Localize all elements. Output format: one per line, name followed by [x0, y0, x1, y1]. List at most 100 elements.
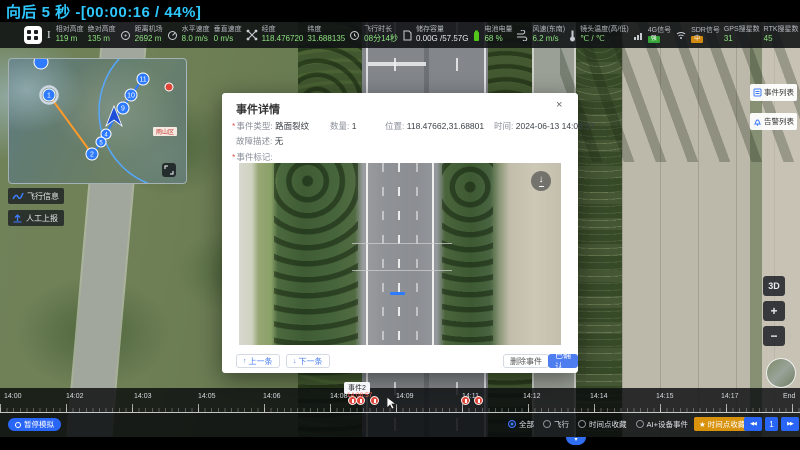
timeline-tick-label: 14:00: [4, 393, 22, 400]
map-toggle-thumbnail[interactable]: [766, 358, 796, 388]
crack-annotation: [390, 292, 405, 295]
event-pin[interactable]: [474, 396, 483, 405]
double-left-arrow-icon: ◀◀: [750, 421, 756, 427]
pagination-prev-button[interactable]: ◀◀: [744, 417, 762, 431]
target-icon: [120, 30, 131, 41]
field-label: 时间:: [494, 121, 513, 131]
metric-4g-signal: 4G信号强: [648, 27, 671, 43]
event-tooltip-time: 14:08:57: [347, 392, 372, 399]
field-value: 1: [352, 121, 357, 131]
close-icon[interactable]: ×: [556, 99, 562, 111]
metric-value: 2692 m: [135, 34, 163, 44]
alarm-list-button[interactable]: 告警列表: [750, 113, 797, 130]
pagination-current-page[interactable]: 1: [765, 417, 778, 431]
photo-trees-left: [274, 163, 358, 345]
metric-value: 118.476720: [262, 34, 304, 44]
event-list-label: 事件列表: [764, 87, 794, 98]
metric-label: 水平速度: [182, 26, 210, 35]
delete-event-button[interactable]: 删除事件: [503, 354, 549, 368]
field-event-type: *事件类型: 路面裂纹: [232, 120, 309, 132]
metric-storage: 储存容量0.00G /57.57G: [416, 26, 468, 45]
playback-controls-bar: 暂停模拟 全部 飞行 时间点收藏 AI+设备事件 人工上报事件 ★ 时间点收藏 …: [0, 413, 800, 437]
filter-ai-device-events[interactable]: AI+设备事件: [636, 419, 688, 430]
chevron-down-icon: ▾: [574, 437, 577, 443]
view-3d-button[interactable]: 3D: [763, 276, 785, 296]
timeline-tick-label: 14:05: [198, 393, 216, 400]
down-arrow-icon: ↓: [293, 358, 297, 365]
minimap[interactable]: 1 2 4 5 9 10 11 雨山区: [8, 58, 187, 184]
metric-label: 纬度: [307, 26, 345, 35]
metric-battery: 电池电量68 %: [484, 26, 512, 45]
metric-rtk-satellites: RTK搜星数45: [764, 26, 799, 45]
event-photo[interactable]: ↓: [239, 163, 561, 345]
plus-icon: +: [770, 304, 777, 318]
filter-label: 全部: [519, 419, 534, 430]
waypoint-9[interactable]: 9: [121, 106, 125, 113]
metric-label: 距离机场: [135, 26, 163, 35]
delete-event-label: 删除事件: [510, 356, 542, 367]
metric-value: 0.00G /57.57G: [416, 34, 468, 44]
flight-info-button[interactable]: 飞行信息: [8, 188, 64, 204]
previous-item-label: 上一条: [249, 356, 273, 367]
timeline-tick-label: End: [783, 393, 795, 400]
filter-time-favorites[interactable]: 时间点收藏: [578, 419, 627, 430]
expand-view-button[interactable]: [24, 26, 42, 44]
app-root: 向后 5 秒 -[00:00:16 / 44%] I 相对高度119 m 绝对高…: [0, 0, 800, 450]
metric-value: 68 %: [484, 34, 512, 44]
signal-strength-badge: 中: [691, 36, 703, 44]
double-right-arrow-icon: ▶▶: [787, 421, 793, 427]
event-list-button[interactable]: 事件列表: [750, 84, 797, 101]
filter-all[interactable]: 全部: [508, 419, 534, 430]
metric-label: 经度: [262, 26, 304, 35]
metric-horizontal-speed: 水平速度8.0 m/s: [182, 26, 210, 45]
zoom-in-button[interactable]: +: [763, 301, 785, 321]
metric-label: 储存容量: [416, 26, 468, 35]
ibeam-icon: I: [46, 29, 52, 41]
waypoint-11[interactable]: 11: [139, 77, 146, 84]
download-button[interactable]: ↓: [531, 171, 551, 191]
timeline-tick-label: 14:15: [656, 393, 674, 400]
wind-icon: [516, 30, 528, 41]
waypoint-2[interactable]: 2: [90, 152, 94, 159]
event-pin[interactable]: [461, 396, 470, 405]
required-mark: *: [232, 121, 235, 131]
metric-longitude: 经度118.476720: [262, 26, 304, 45]
filter-flight[interactable]: 飞行: [543, 419, 569, 430]
timeline-tick-label: 14:14: [590, 393, 608, 400]
metric-gps-satellites: GPS搜星数31: [724, 26, 760, 45]
confirm-button[interactable]: 已确认: [548, 354, 578, 368]
cellular-signal-icon: [633, 30, 644, 41]
minimap-expand-icon[interactable]: [162, 163, 176, 177]
drone-icon: [246, 29, 258, 41]
zoom-out-button[interactable]: −: [763, 326, 785, 346]
photo-road-dash: [382, 163, 384, 345]
metric-value: 0 m/s: [214, 34, 242, 44]
filter-label: 飞行: [554, 419, 569, 430]
waypoint-1[interactable]: 1: [47, 93, 51, 100]
telemetry-bar: I 相对高度119 m 绝对高度135 m 距离机场2692 m 水平速度8.0…: [0, 22, 800, 48]
previous-item-button[interactable]: ↑上一条: [236, 354, 280, 368]
collapse-timeline-handle[interactable]: ▾: [566, 437, 586, 445]
waypoint-10[interactable]: 10: [127, 93, 135, 100]
required-mark: *: [232, 152, 235, 162]
metric-label: GPS搜星数: [724, 26, 760, 35]
radio-icon: [636, 420, 644, 428]
field-label: 事件标记:: [236, 152, 272, 162]
field-label: 位置:: [385, 121, 404, 131]
next-item-button[interactable]: ↓下一条: [286, 354, 330, 368]
photo-trees-right: [442, 163, 494, 345]
up-arrow-icon: ↑: [243, 358, 247, 365]
field-value: 路面裂纹: [275, 121, 309, 131]
timeline[interactable]: 14:00 14:02 14:03 14:05 14:06 14:08 14:0…: [0, 388, 800, 413]
event-detail-modal: 事件详情 × *事件类型: 路面裂纹 数量: 1 位置: 118.47662,3…: [222, 93, 578, 373]
pagination-next-button[interactable]: ▶▶: [781, 417, 799, 431]
timeline-tick-label: 14:02: [66, 393, 84, 400]
radio-icon: [543, 420, 551, 428]
sdcard-icon: [402, 30, 412, 41]
photo-road-dash: [416, 163, 418, 345]
manual-report-button[interactable]: 人工上报: [8, 210, 64, 226]
pause-simulation-button[interactable]: 暂停模拟: [8, 418, 61, 431]
favorite-timepoint-button[interactable]: ★ 时间点收藏: [694, 417, 750, 431]
alarm-list-label: 告警列表: [764, 116, 794, 127]
view-3d-label: 3D: [768, 281, 780, 291]
